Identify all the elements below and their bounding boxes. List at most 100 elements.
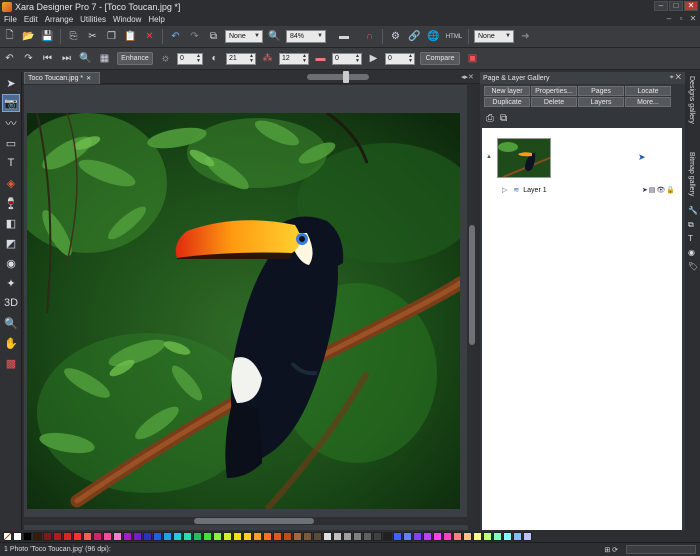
color-swatch[interactable] <box>23 531 32 541</box>
link-icon[interactable]: 🔗 <box>407 29 422 44</box>
zoom-photo-icon[interactable]: 🔍 <box>78 51 93 66</box>
export-combo[interactable]: None ▼ <box>474 30 514 43</box>
delete-button[interactable]: Delete <box>531 97 577 107</box>
vertical-scrollbar[interactable] <box>467 85 477 526</box>
color-swatch[interactable] <box>183 531 192 541</box>
minimize-button[interactable]: – <box>654 1 668 11</box>
color-swatch[interactable] <box>363 531 372 541</box>
contrast-field[interactable]: 21 ▲ ▼ <box>226 52 256 65</box>
arrow-right-icon[interactable]: ➜ <box>518 29 533 44</box>
dock-icon-1[interactable]: 🔧 <box>688 206 698 215</box>
color-swatch[interactable] <box>173 531 182 541</box>
color-swatch[interactable] <box>33 531 42 541</box>
photo-grid-icon[interactable]: ▦ <box>97 51 112 66</box>
color-swatch[interactable] <box>303 531 312 541</box>
fill-tool-icon[interactable]: ◈ <box>2 174 20 192</box>
quality-combo[interactable]: None ▼ <box>225 30 263 43</box>
menu-utilities[interactable]: Utilities <box>80 15 106 24</box>
bitmap-gallery-tab[interactable]: Bitmap gallery <box>688 152 695 196</box>
layer-options-icon[interactable]: ⧉ <box>500 113 507 124</box>
horizontal-scroll-thumb[interactable] <box>194 518 314 524</box>
pages-button[interactable]: Pages <box>578 86 624 96</box>
layer-state-icons[interactable]: ➤▤👁🔒 <box>642 186 676 194</box>
color-swatch[interactable] <box>103 531 112 541</box>
new-document-icon[interactable]: 🗋 <box>2 29 17 44</box>
new-layer-button[interactable]: New layer <box>484 86 530 96</box>
color-swatch[interactable] <box>313 531 322 541</box>
duplicate-button[interactable]: Duplicate <box>484 97 530 107</box>
color-swatch[interactable] <box>213 531 222 541</box>
color-swatch[interactable] <box>13 531 22 541</box>
blend-tool-icon[interactable]: ◉ <box>2 254 20 272</box>
text-tool-icon[interactable]: T <box>2 154 20 172</box>
saturation-field[interactable]: 12 ▲ ▼ <box>279 52 309 65</box>
push-tool-icon[interactable]: ✋ <box>2 334 20 352</box>
color-swatch[interactable] <box>233 531 242 541</box>
paste-icon[interactable]: 📋 <box>123 29 138 44</box>
color-swatch[interactable] <box>143 531 152 541</box>
doc-restore-button[interactable]: ▫ <box>676 14 686 23</box>
open-folder-icon[interactable]: 📂 <box>21 29 36 44</box>
color-swatch[interactable] <box>493 531 502 541</box>
page-expand-icon[interactable]: ▲ <box>486 154 492 160</box>
color-swatch[interactable] <box>503 531 512 541</box>
color-swatch[interactable] <box>113 531 122 541</box>
dock-icon-5[interactable]: 🏷 <box>688 262 698 271</box>
color-swatch[interactable] <box>383 531 392 541</box>
properties-icon[interactable]: ⚙ <box>388 29 403 44</box>
color-swatch[interactable] <box>343 531 352 541</box>
web-preview-icon[interactable]: 🌐 <box>426 29 441 44</box>
locate-button[interactable]: Locate <box>625 86 671 96</box>
live-effects-tool-icon[interactable]: ✦ <box>2 274 20 292</box>
doc-close-button[interactable]: ✕ <box>688 14 698 23</box>
brightness-field[interactable]: 0 ▲ ▼ <box>177 52 203 65</box>
color-swatch[interactable] <box>253 531 262 541</box>
save-icon[interactable]: 💾 <box>40 29 55 44</box>
dock-icon-4[interactable]: ◉ <box>688 248 695 257</box>
flip-left-icon[interactable]: ⏮ <box>40 51 55 66</box>
designs-gallery-tab[interactable]: Designs gallery <box>688 76 695 124</box>
rotate-right-icon[interactable]: ↷ <box>21 51 36 66</box>
toucan-photo[interactable] <box>27 113 460 509</box>
color-swatch[interactable] <box>93 531 102 541</box>
shadow-tool-icon[interactable]: ◧ <box>2 214 20 232</box>
color-swatch[interactable] <box>43 531 52 541</box>
color-swatch[interactable] <box>473 531 482 541</box>
color-swatch[interactable] <box>443 531 452 541</box>
color-swatch[interactable] <box>203 531 212 541</box>
horizontal-scrollbar[interactable] <box>24 517 468 525</box>
color-swatch[interactable] <box>163 531 172 541</box>
color-editor-icon[interactable]: ▩ <box>2 354 20 372</box>
undo-icon[interactable]: ↶ <box>168 29 183 44</box>
enhance-button[interactable]: Enhance <box>117 52 153 65</box>
flip-right-icon[interactable]: ⏭ <box>59 51 74 66</box>
page-thumbnail[interactable] <box>497 138 551 178</box>
layers-button[interactable]: Layers <box>578 97 624 107</box>
copy-icon[interactable]: ❐ <box>104 29 119 44</box>
close-button[interactable]: ✕ <box>684 1 698 11</box>
color-swatch[interactable] <box>453 531 462 541</box>
transparency-tool-icon[interactable]: 🍷 <box>2 194 20 212</box>
zoom-icon[interactable]: 🔍 <box>267 29 282 44</box>
menu-window[interactable]: Window <box>113 15 141 24</box>
color-swatch[interactable] <box>333 531 342 541</box>
rectangle-tool-icon[interactable]: ▭ <box>2 134 20 152</box>
selector-tool-icon[interactable]: ➤ <box>2 74 20 92</box>
dock-icon-3[interactable]: T <box>688 234 693 243</box>
doc-minimize-button[interactable]: – <box>664 14 674 23</box>
menu-help[interactable]: Help <box>148 15 164 24</box>
line-width-icon[interactable]: ▬ <box>330 29 358 44</box>
close-icon[interactable]: ✕ <box>86 75 91 82</box>
color-swatch[interactable] <box>73 531 82 541</box>
color-swatch[interactable] <box>413 531 422 541</box>
properties-button[interactable]: Properties... <box>531 86 577 96</box>
layer-expand-icon[interactable]: ▷ <box>502 186 507 194</box>
shape-editor-tool-icon[interactable]: 〰 <box>2 114 20 132</box>
adjust-slider[interactable] <box>307 70 369 83</box>
page-options-icon[interactable]: ⎙ <box>486 113 494 124</box>
menu-arrange[interactable]: Arrange <box>45 15 73 24</box>
color-swatch[interactable] <box>483 531 492 541</box>
color-swatch[interactable] <box>273 531 282 541</box>
color-swatch[interactable] <box>373 531 382 541</box>
color-swatch[interactable] <box>393 531 402 541</box>
